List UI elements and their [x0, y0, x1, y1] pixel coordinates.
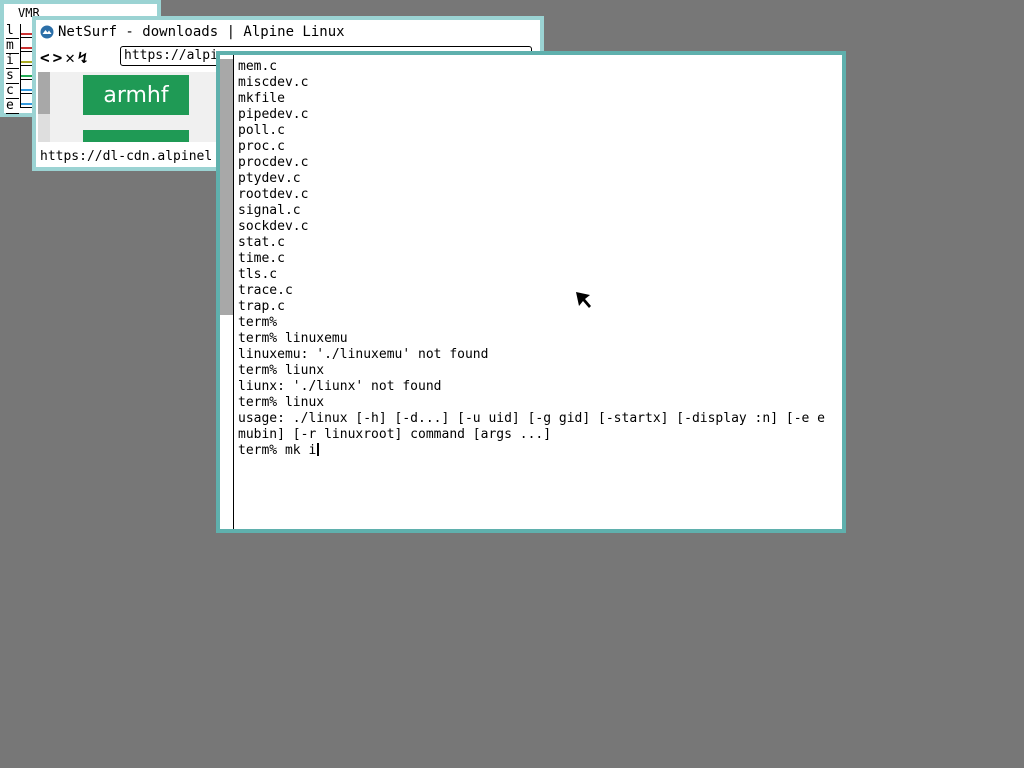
- terminal-line: sockdev.c: [238, 219, 309, 234]
- stats-label[interactable]: m: [6, 39, 19, 54]
- netsurf-title: NetSurf - downloads | Alpine Linux: [58, 24, 345, 40]
- terminal-line: stat.c: [238, 235, 285, 250]
- stop-icon[interactable]: ✕: [65, 48, 75, 67]
- stats-label[interactable]: s: [6, 69, 19, 84]
- terminal-line: pipedev.c: [238, 107, 309, 122]
- netsurf-scrollbar-thumb[interactable]: [38, 72, 50, 114]
- terminal-line: rootdev.c: [238, 187, 309, 202]
- alpine-logo-icon: [40, 25, 54, 39]
- back-icon[interactable]: <: [40, 48, 50, 67]
- armhf-download-button[interactable]: armhf: [83, 75, 189, 115]
- terminal-line: ptydev.c: [238, 171, 301, 186]
- stats-label[interactable]: e: [6, 99, 19, 114]
- netsurf-toolbar: < > ✕ ↯: [40, 46, 88, 68]
- stats-labels: l m i s c e: [6, 24, 19, 114]
- terminal-line: usage: ./linux [-h] [-d...] [-u uid] [-g…: [238, 411, 825, 426]
- reload-icon[interactable]: ↯: [78, 48, 88, 67]
- netsurf-status-bar: https://dl-cdn.alpinel: [40, 149, 213, 164]
- terminal-scrollbar-thumb[interactable]: [220, 59, 233, 315]
- terminal-line: linuxemu: './linuxemu' not found: [238, 347, 489, 362]
- text-cursor: [317, 443, 320, 456]
- terminal-prompt-line[interactable]: term% mk i: [238, 443, 840, 459]
- netsurf-titlebar: NetSurf - downloads | Alpine Linux: [40, 23, 345, 41]
- terminal-line: proc.c: [238, 139, 285, 154]
- terminal-output[interactable]: mem.c miscdev.c mkfile pipedev.c poll.c …: [238, 59, 840, 527]
- terminal-line: term% liunx: [238, 363, 325, 378]
- terminal-line: liunx: './liunx' not found: [238, 379, 442, 394]
- terminal-window[interactable]: mem.c miscdev.c mkfile pipedev.c poll.c …: [216, 51, 846, 533]
- terminal-line: trap.c: [238, 299, 285, 314]
- terminal-line: term% linux: [238, 395, 325, 410]
- terminal-line: trace.c: [238, 283, 293, 298]
- terminal-line: mubin] [-r linuxroot] command [args ...]: [238, 427, 552, 442]
- stats-label[interactable]: i: [6, 54, 19, 69]
- netsurf-page-content: armhf: [50, 72, 220, 142]
- terminal-line: poll.c: [238, 123, 285, 138]
- terminal-line: term% linuxemu: [238, 331, 348, 346]
- terminal-line: time.c: [238, 251, 285, 266]
- stats-label[interactable]: c: [6, 84, 19, 99]
- terminal-line: term%: [238, 315, 278, 330]
- download-button[interactable]: [83, 130, 189, 142]
- terminal-line: signal.c: [238, 203, 301, 218]
- terminal-line: miscdev.c: [238, 75, 309, 90]
- terminal-line: mkfile: [238, 91, 285, 106]
- stats-label[interactable]: l: [6, 24, 19, 39]
- terminal-input[interactable]: term% mk i: [238, 443, 316, 458]
- terminal-line: tls.c: [238, 267, 278, 282]
- mouse-pointer-icon: [576, 292, 591, 308]
- terminal-line: mem.c: [238, 59, 278, 74]
- forward-icon[interactable]: >: [53, 48, 63, 67]
- netsurf-scrollbar[interactable]: [38, 72, 50, 142]
- terminal-line: procdev.c: [238, 155, 309, 170]
- terminal-scrollbar[interactable]: [220, 55, 234, 529]
